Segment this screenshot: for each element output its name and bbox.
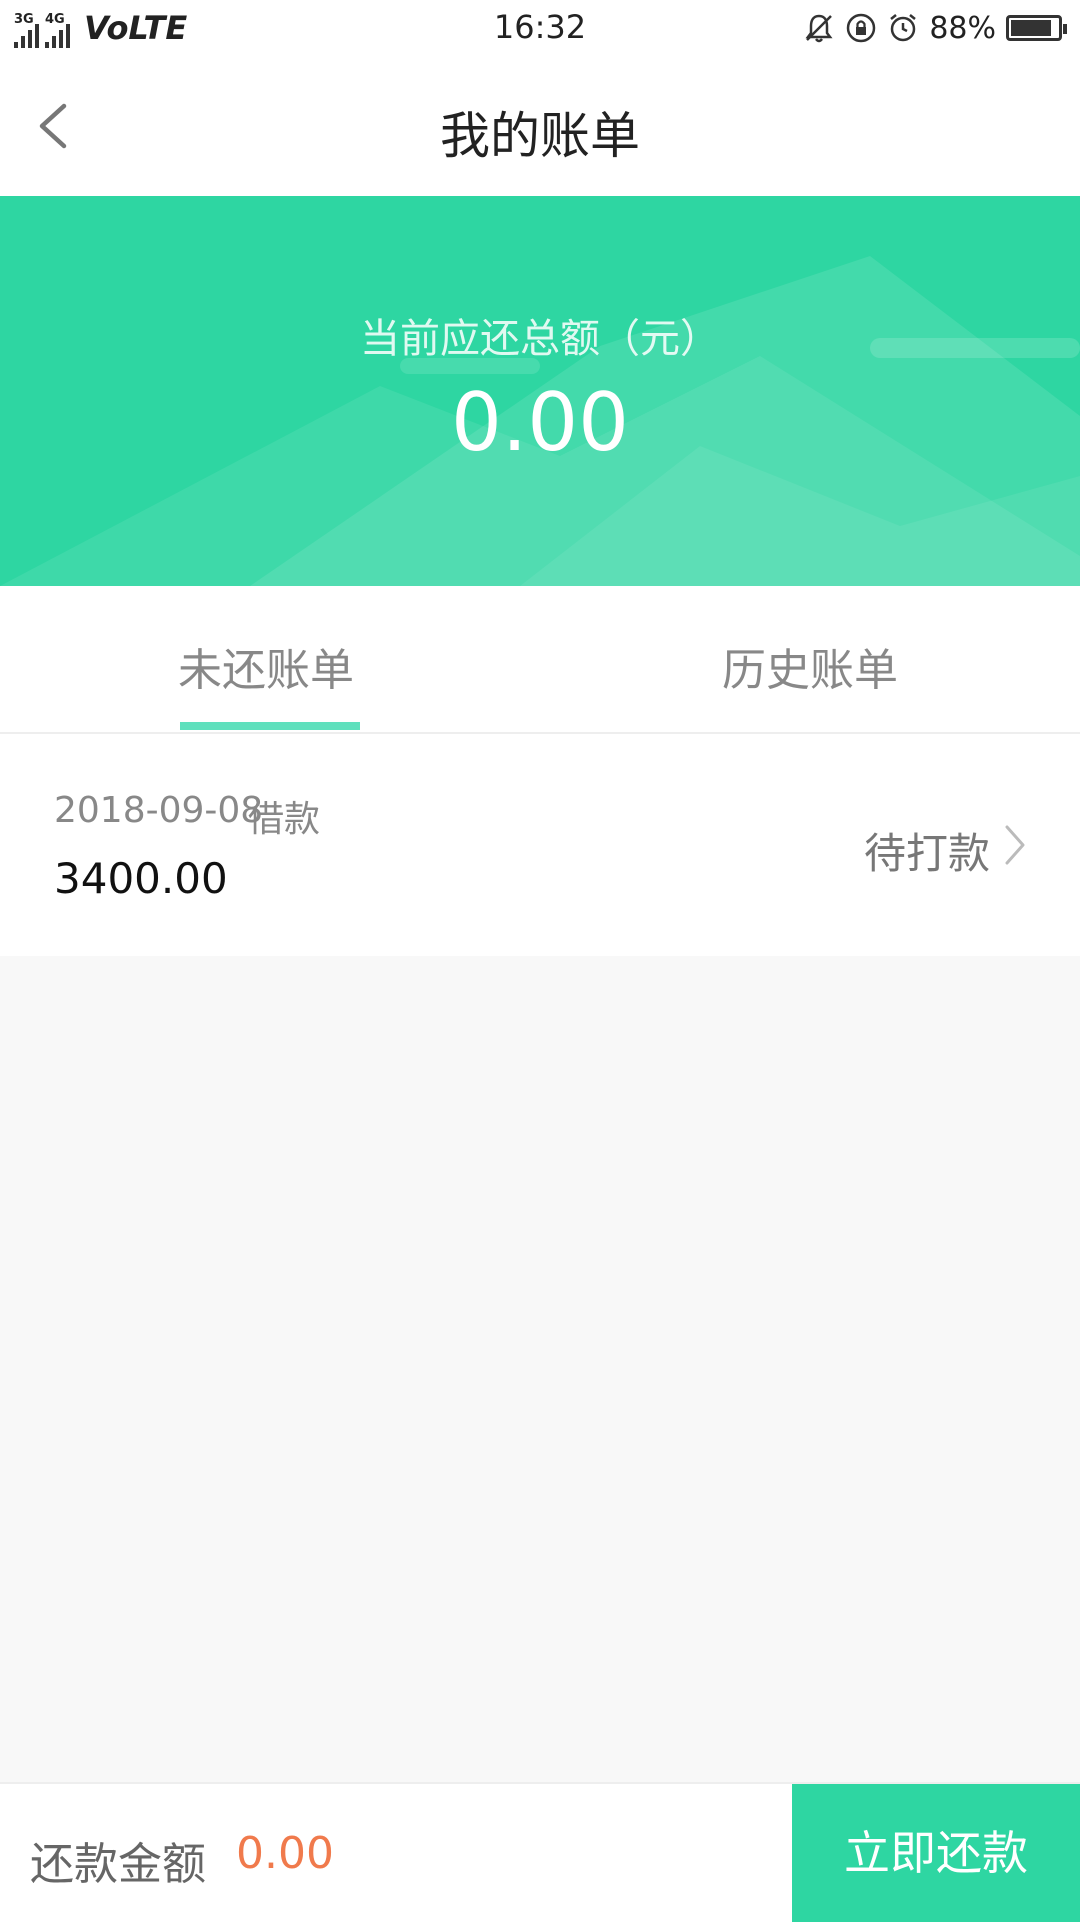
bell-off-icon [805, 14, 833, 43]
bill-tabs: 未还账单 历史账单 [0, 586, 1080, 734]
repay-now-button[interactable]: 立即还款 [792, 1784, 1080, 1922]
chevron-right-icon [1005, 825, 1025, 865]
bill-date: 2018-09-08 [54, 790, 264, 831]
active-tab-indicator [180, 722, 360, 730]
battery-icon [1006, 15, 1067, 41]
tab-history-bills[interactable]: 历史账单 [610, 634, 1010, 698]
total-due-label: 当前应还总额（元） [360, 316, 720, 362]
page-title: 我的账单 [440, 107, 640, 165]
payment-amount-value: 0.00 [236, 1828, 334, 1879]
header: 我的账单 [0, 56, 1080, 196]
battery-percent: 88% [929, 10, 996, 46]
bill-status: 待打款 [863, 829, 990, 878]
alarm-icon [890, 14, 917, 42]
status-bar: 3G 4G VoLTE 16:32 88% [0, 0, 1080, 56]
tab-unpaid-bills[interactable]: 未还账单 [66, 634, 466, 698]
payment-footer: 还款金额 0.00 立即还款 [0, 1782, 1080, 1922]
rotation-lock-icon [847, 13, 876, 43]
status-icons: 88% [803, 8, 1067, 48]
bill-list-item[interactable]: 2018-09-08 借款 3400.00 待打款 [0, 734, 1080, 956]
bill-amount: 3400.00 [54, 854, 228, 903]
bill-type: 借款 [248, 799, 321, 840]
payment-amount-label: 还款金额 [30, 1839, 206, 1890]
summary-banner: 当前应还总额（元） 0.00 [0, 196, 1080, 586]
total-due-amount: 0.00 [450, 376, 630, 469]
